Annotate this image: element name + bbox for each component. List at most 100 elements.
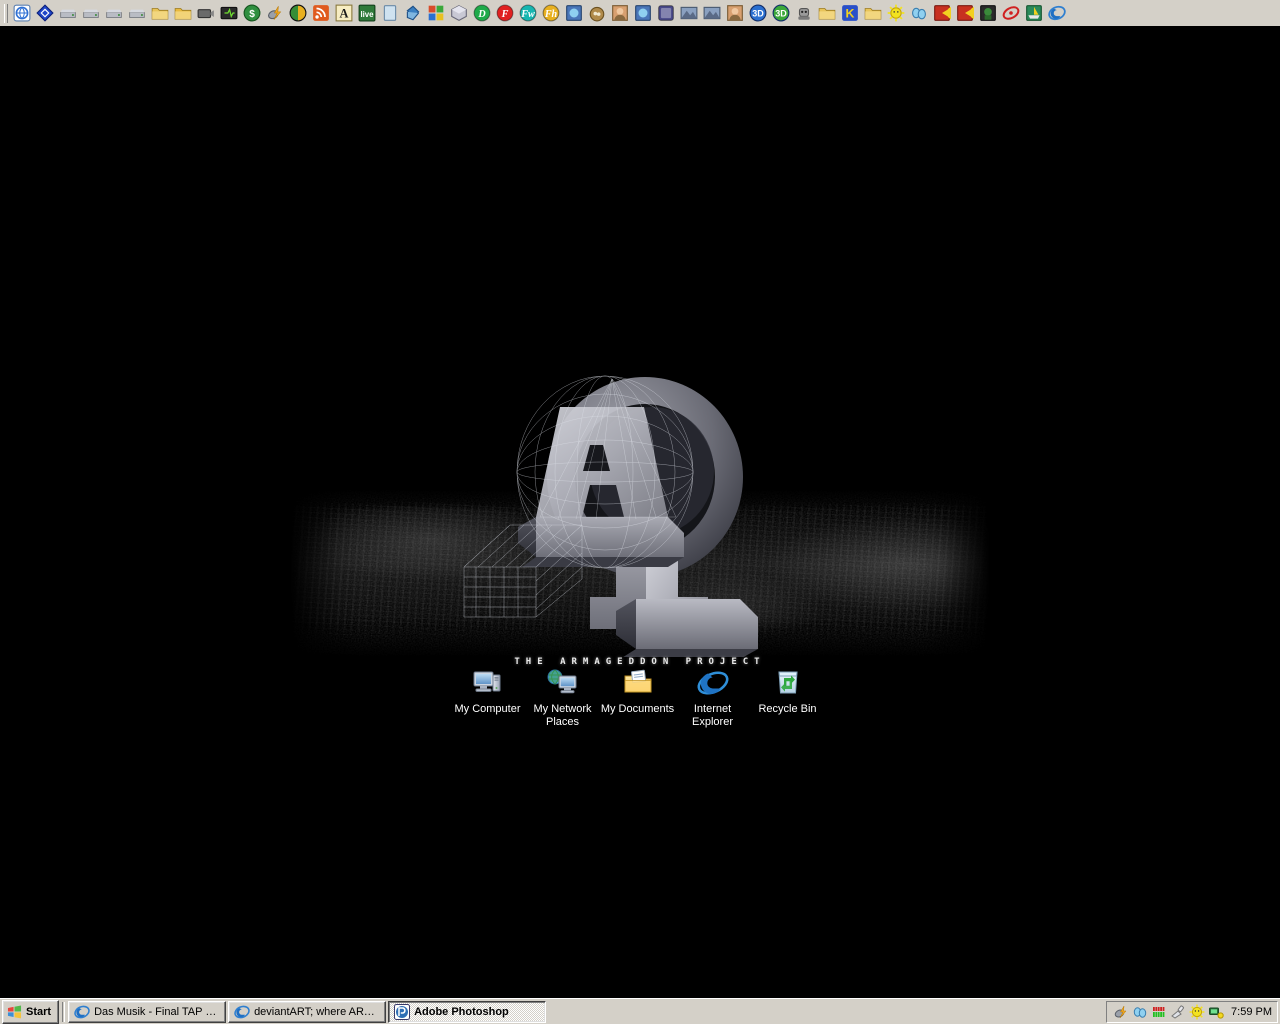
macromedia-freehand-icon: Fh xyxy=(542,4,559,22)
tray-cpu-meter-icon xyxy=(1153,1007,1165,1017)
robot-icon[interactable] xyxy=(793,3,814,24)
network-places-icon xyxy=(546,667,580,699)
live-green-icon[interactable]: live xyxy=(356,3,377,24)
taskbar-button-das-musik[interactable]: Das Musik - Final TAP Lo... xyxy=(68,1000,227,1023)
mountain-icon xyxy=(680,6,697,20)
mountain-icon[interactable] xyxy=(678,3,699,24)
red-swirl-icon[interactable] xyxy=(1000,3,1021,24)
tray-mouse-icon[interactable] xyxy=(1132,1004,1148,1020)
money-icon[interactable]: $ xyxy=(241,3,262,24)
diamond-blue-icon xyxy=(35,4,54,22)
photo-globe-icon[interactable] xyxy=(563,3,584,24)
tray-cpu-meter-icon[interactable] xyxy=(1151,1004,1167,1020)
mountain-2-icon xyxy=(703,6,720,20)
internet-explorer-icon[interactable] xyxy=(1046,3,1067,24)
tray-sun-icon[interactable] xyxy=(1189,1004,1205,1020)
desktop-icon-my-computer[interactable]: My Computer xyxy=(450,667,525,716)
rss-feed-icon[interactable] xyxy=(310,3,331,24)
open-folder-icon[interactable] xyxy=(172,3,193,24)
face-icon[interactable] xyxy=(609,3,630,24)
windows-tiles-icon[interactable] xyxy=(425,3,446,24)
network-drive-2-icon xyxy=(105,9,122,18)
hard-drive-h-icon[interactable] xyxy=(57,3,78,24)
taskbar-button-photoshop[interactable]: Adobe Photoshop xyxy=(388,1000,547,1023)
winamp-icon[interactable] xyxy=(218,3,239,24)
portrait-photo-icon[interactable] xyxy=(724,3,745,24)
internet-shortcut-icon[interactable] xyxy=(11,3,32,24)
green-character-icon xyxy=(979,5,996,21)
smiley-icon[interactable] xyxy=(885,3,906,24)
video-capture-icon[interactable] xyxy=(195,3,216,24)
kazaa-icon: K xyxy=(841,5,858,21)
nest-icon[interactable] xyxy=(586,3,607,24)
internet-explorer-icon xyxy=(234,1005,250,1018)
desktop-icon-recycle-bin[interactable]: Recycle Bin xyxy=(750,667,825,716)
taskbar-clock[interactable]: 7:59 PM xyxy=(1231,1006,1272,1018)
milkshape-icon[interactable] xyxy=(655,3,676,24)
macromedia-freehand-icon[interactable]: Fh xyxy=(540,3,561,24)
3d-blue-icon[interactable]: 3D xyxy=(747,3,768,24)
font-a-icon: A xyxy=(335,4,352,22)
dice-cube-icon xyxy=(450,5,467,21)
tray-lightning-icon[interactable] xyxy=(1113,1004,1129,1020)
printer-folder-icon[interactable] xyxy=(149,3,170,24)
macromedia-fireworks-icon[interactable]: Fw xyxy=(517,3,538,24)
mountain-2-icon[interactable] xyxy=(701,3,722,24)
red-app-icon[interactable] xyxy=(931,3,952,24)
desktop-icon-my-network-places[interactable]: My Network Places xyxy=(525,667,600,729)
photoshop-icon xyxy=(394,1003,411,1020)
windows-flag-icon xyxy=(7,1005,22,1018)
tray-sun-icon xyxy=(1189,1004,1205,1020)
desktop-icon-label: Recycle Bin xyxy=(758,703,817,715)
taskbar[interactable]: Start Das Musik - Final TAP Lo... deviant… xyxy=(0,998,1280,1024)
face-icon xyxy=(611,5,628,21)
red-swirl-icon xyxy=(1002,6,1019,20)
quick-launch-toolbar[interactable]: $ Alive D F Fw Fh 3D 3D K xyxy=(0,0,1280,27)
start-button[interactable]: Start xyxy=(2,999,60,1024)
folder-icon[interactable] xyxy=(816,3,837,24)
photo-editor-icon[interactable] xyxy=(632,3,653,24)
toolbar-icon-list: $ Alive D F Fw Fh 3D 3D K xyxy=(11,0,1069,26)
3d-green-icon[interactable]: 3D xyxy=(770,3,791,24)
green-character-icon[interactable] xyxy=(977,3,998,24)
folder-green-icon[interactable] xyxy=(862,3,883,24)
computer-icon xyxy=(471,667,505,699)
desktop-wallpaper[interactable]: THE ARMAGEDDON PROJECT My Computer My Net… xyxy=(0,27,1280,998)
boat-icon xyxy=(1025,5,1042,21)
paint-bucket-icon[interactable] xyxy=(402,3,423,24)
macromedia-flash-icon: F xyxy=(496,4,513,22)
network-drive-2-icon[interactable] xyxy=(103,3,124,24)
desktop-icon-label: My Computer xyxy=(454,703,521,715)
taskbar-button-deviantart[interactable]: deviantART; where ART ... xyxy=(228,1000,387,1023)
boat-icon[interactable] xyxy=(1023,3,1044,24)
desktop-icon-internet-explorer[interactable]: Internet Explorer xyxy=(675,667,750,729)
notepad-icon xyxy=(383,5,396,21)
macromedia-flash-icon[interactable]: F xyxy=(494,3,515,24)
notepad-icon[interactable] xyxy=(379,3,400,24)
tray-plug-icon[interactable] xyxy=(1170,1004,1186,1020)
font-a-icon[interactable]: A xyxy=(333,3,354,24)
mouse-icon[interactable] xyxy=(908,3,929,24)
photo-editor-icon xyxy=(634,5,651,21)
cd-drive-icon[interactable] xyxy=(126,3,147,24)
network-drive-icon[interactable] xyxy=(80,3,101,24)
macromedia-dreamweaver-icon[interactable]: D xyxy=(471,3,492,24)
toolbar-grip-handle[interactable] xyxy=(4,3,8,23)
diamond-blue-icon[interactable] xyxy=(34,3,55,24)
mouse-icon xyxy=(911,7,926,20)
lightning-icon xyxy=(267,6,281,20)
dice-cube-icon[interactable] xyxy=(448,3,469,24)
kazaa-icon[interactable]: K xyxy=(839,3,860,24)
color-sphere-icon[interactable] xyxy=(287,3,308,24)
lightning-icon[interactable] xyxy=(264,3,285,24)
tray-network-icon[interactable] xyxy=(1208,1004,1224,1020)
svg-text:D: D xyxy=(477,9,486,20)
robot-icon xyxy=(797,7,810,20)
desktop-icon-my-documents[interactable]: My Documents xyxy=(600,667,675,716)
computer-icon xyxy=(473,671,500,692)
svg-text:A: A xyxy=(339,7,348,21)
hard-drive-h-icon xyxy=(59,9,76,18)
pacman-icon[interactable] xyxy=(954,3,975,24)
system-tray[interactable]: 7:59 PM xyxy=(1106,1001,1278,1023)
color-sphere-icon xyxy=(289,4,306,22)
